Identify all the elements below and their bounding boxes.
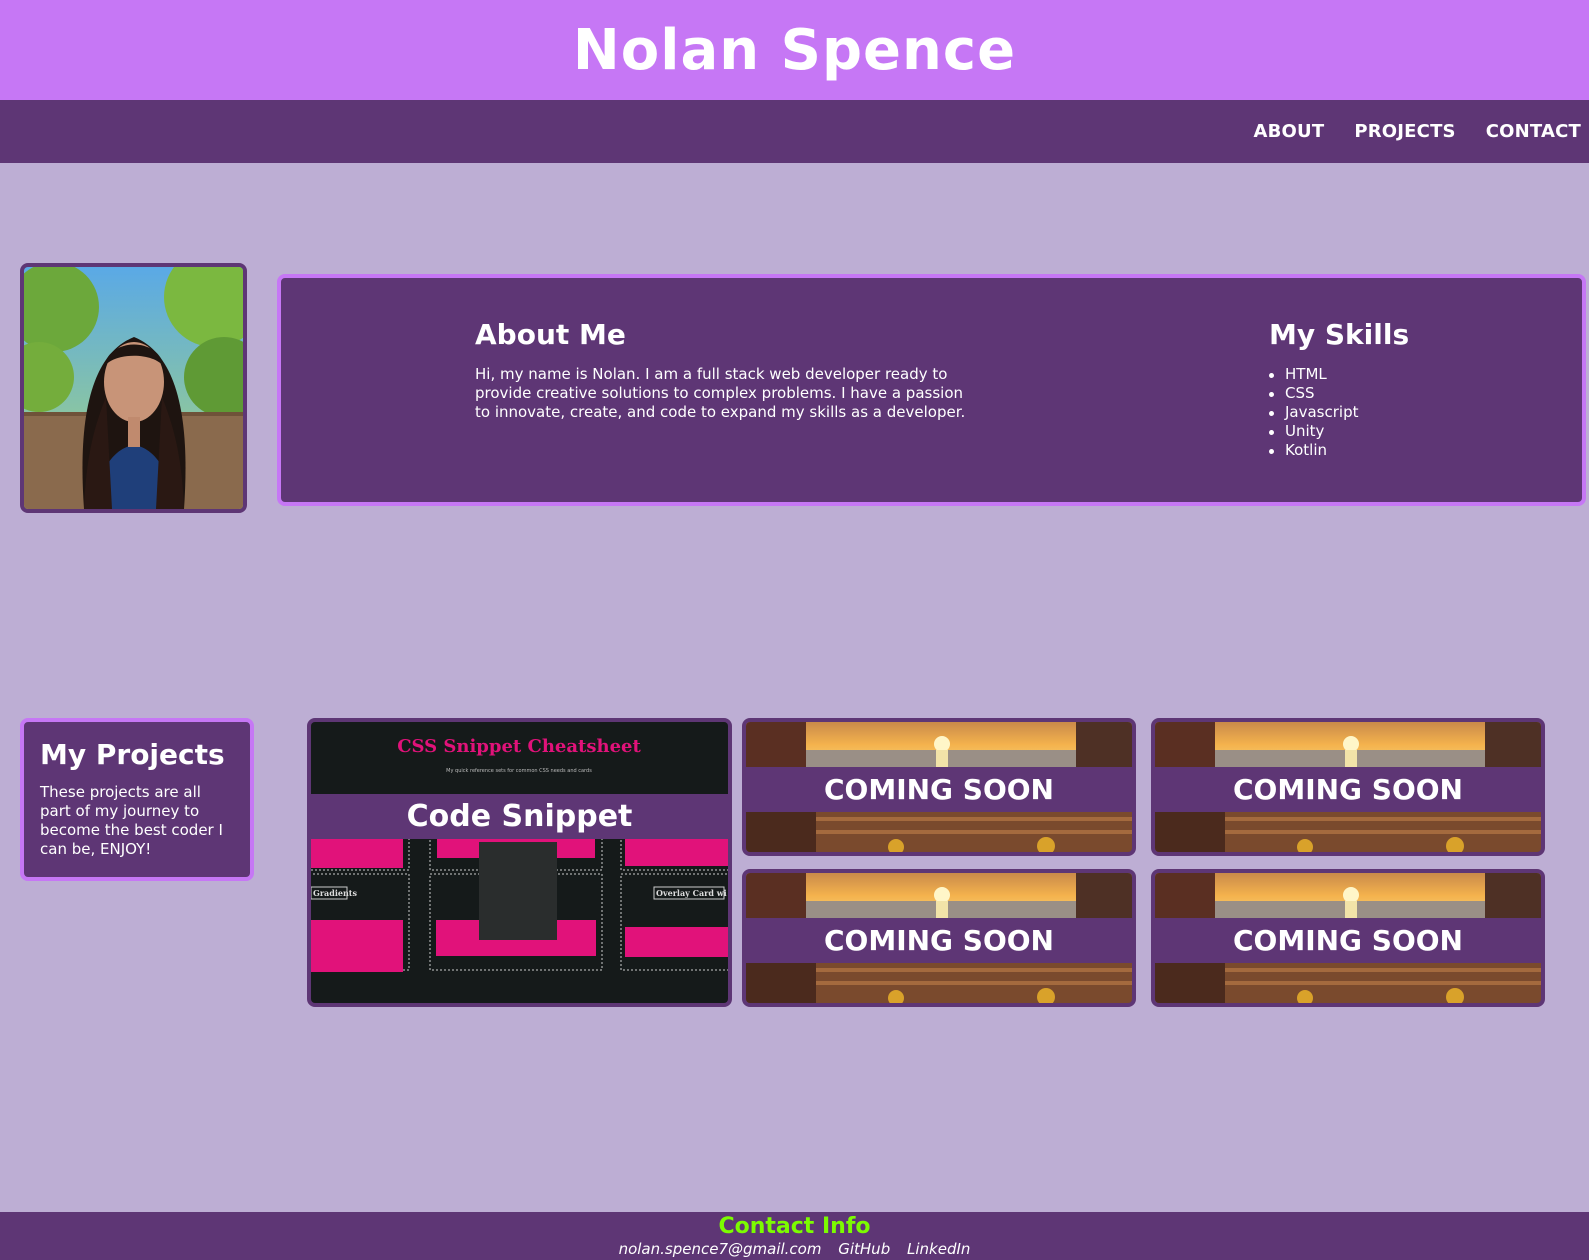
about-heading: About Me (475, 318, 626, 351)
project-card-coming-soon[interactable]: COMING SOON (742, 718, 1136, 856)
snippet-image-tag: Overlay Card wi (656, 888, 727, 898)
projects-intro: My Projects These projects are all part … (20, 718, 254, 881)
nav-contact-link[interactable]: CONTACT (1486, 121, 1581, 142)
snippet-image-title: CSS Snippet Cheatsheet (397, 736, 641, 757)
about-section: About Me Hi, my name is Nolan. I am a fu… (277, 274, 1586, 506)
nav-projects-link[interactable]: PROJECTS (1354, 121, 1455, 142)
site-footer: Contact Info nolan.spence7@gmail.com Git… (0, 1212, 1589, 1260)
skills-column: My Skills HTML CSS Javascript Unity Kotl… (1269, 318, 1519, 460)
project-card-label: COMING SOON (1155, 767, 1541, 812)
projects-text: These projects are all part of my journe… (40, 783, 223, 858)
skills-heading: My Skills (1269, 318, 1410, 351)
skill-item: HTML (1269, 365, 1519, 384)
skill-item: CSS (1269, 384, 1519, 403)
project-card-label: COMING SOON (746, 767, 1132, 812)
site-title: Nolan Spence (572, 17, 1017, 83)
project-card-coming-soon[interactable]: COMING SOON (742, 869, 1136, 1007)
project-card-label: COMING SOON (1155, 918, 1541, 963)
project-card-coming-soon[interactable]: COMING SOON (1151, 869, 1545, 1007)
projects-heading: My Projects (40, 738, 225, 771)
project-card-coming-soon[interactable]: COMING SOON (1151, 718, 1545, 856)
snippet-image-subtitle: My quick reference sets for common CSS n… (446, 768, 592, 774)
about-text: Hi, my name is Nolan. I am a full stack … (475, 365, 966, 421)
skill-item: Javascript (1269, 403, 1519, 422)
project-card-code-snippet[interactable]: CSS Snippet Cheatsheet My quick referenc… (307, 718, 732, 1007)
email-link[interactable]: nolan.spence7@gmail.com (619, 1240, 822, 1258)
nav-about-link[interactable]: ABOUT (1253, 121, 1324, 142)
about-column: About Me Hi, my name is Nolan. I am a fu… (475, 318, 975, 422)
linkedin-link[interactable]: LinkedIn (907, 1240, 970, 1258)
site-header: Nolan Spence (0, 0, 1589, 100)
profile-photo (20, 263, 247, 513)
contact-links: nolan.spence7@gmail.com GitHub LinkedIn (0, 1240, 1589, 1258)
snippet-image-tag: Gradients (313, 888, 357, 898)
github-link[interactable]: GitHub (838, 1240, 890, 1258)
skill-item: Unity (1269, 422, 1519, 441)
skills-list: HTML CSS Javascript Unity Kotlin (1269, 365, 1519, 460)
project-card-label: COMING SOON (746, 918, 1132, 963)
skill-item: Kotlin (1269, 441, 1519, 460)
code-snippet-preview-image: CSS Snippet Cheatsheet My quick referenc… (311, 722, 728, 1003)
project-card-label: Code Snippet (311, 794, 728, 839)
contact-heading: Contact Info (718, 1214, 871, 1239)
top-nav: ABOUT PROJECTS CONTACT (0, 100, 1589, 163)
profile-photo-image (24, 267, 243, 509)
